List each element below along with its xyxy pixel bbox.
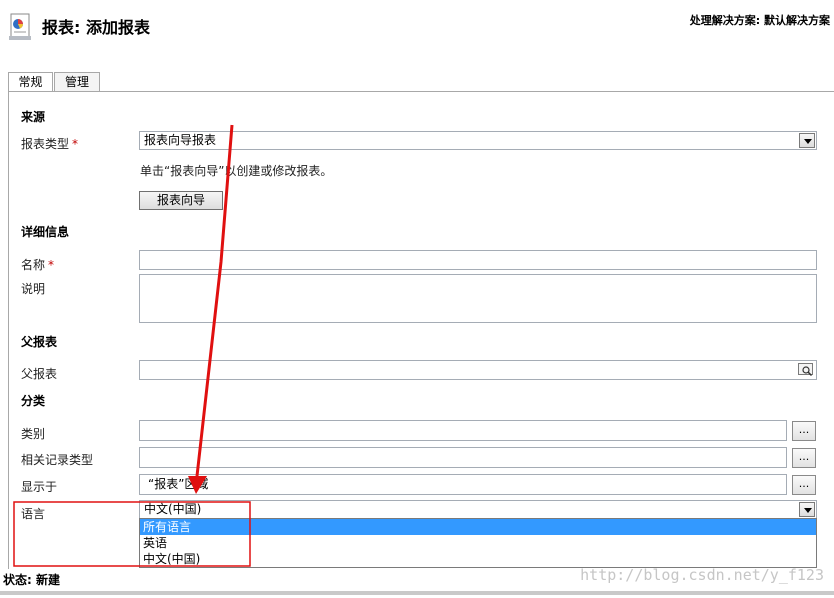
required-mark: *: [72, 137, 79, 151]
tab-general[interactable]: 常规: [8, 72, 53, 92]
lookup-icon[interactable]: [798, 363, 814, 378]
description-label: 说明: [21, 282, 46, 296]
wizard-hint: 单击“报表向导”以创建或修改报表。: [140, 164, 333, 178]
display-in-label: 显示于: [21, 480, 58, 494]
form-panel: [8, 91, 834, 569]
solution-label: 处理解决方案: 默认解决方案: [689, 14, 830, 27]
language-label: 语言: [21, 507, 46, 521]
language-select[interactable]: 中文(中国): [139, 500, 817, 519]
report-type-label: 报表类型 *: [21, 137, 79, 151]
display-in-input[interactable]: “报表”区域: [139, 474, 787, 495]
description-textarea[interactable]: [139, 274, 817, 323]
section-details: 详细信息: [21, 225, 70, 239]
categories-browse-button[interactable]: ...: [792, 421, 816, 441]
report-type-value: 报表向导报表: [144, 133, 217, 147]
categories-input[interactable]: [139, 420, 787, 441]
parent-report-lookup[interactable]: [139, 360, 817, 380]
name-label: 名称 *: [21, 258, 55, 272]
language-option[interactable]: 英语: [140, 535, 816, 551]
status-label: 状态: 新建: [3, 573, 60, 587]
related-record-types-label: 相关记录类型: [21, 453, 94, 467]
language-option[interactable]: 中文(中国): [140, 551, 816, 567]
report-wizard-button[interactable]: 报表向导: [139, 191, 223, 210]
report-type-select[interactable]: 报表向导报表: [139, 131, 817, 150]
section-parent-report: 父报表: [21, 335, 58, 349]
page-title: 报表: 添加报表: [42, 18, 150, 37]
related-record-types-browse-button[interactable]: ...: [792, 448, 816, 468]
name-input[interactable]: [139, 250, 817, 270]
report-icon: [8, 12, 32, 42]
chevron-down-icon[interactable]: [799, 502, 815, 517]
section-source: 来源: [21, 110, 46, 124]
categories-label: 类别: [21, 427, 46, 441]
section-category: 分类: [21, 394, 46, 408]
required-mark: *: [48, 258, 55, 272]
tab-administration[interactable]: 管理: [54, 72, 100, 92]
related-record-types-input[interactable]: [139, 447, 787, 468]
bottom-divider: [0, 591, 834, 595]
language-value: 中文(中国): [144, 502, 202, 516]
watermark: http://blog.csdn.net/y_f123: [580, 566, 824, 584]
parent-report-label: 父报表: [21, 367, 58, 381]
display-in-browse-button[interactable]: ...: [792, 475, 816, 495]
language-option[interactable]: 所有语言: [140, 519, 816, 535]
chevron-down-icon[interactable]: [799, 133, 815, 148]
language-dropdown-list[interactable]: 所有语言 英语 中文(中国): [139, 518, 817, 568]
